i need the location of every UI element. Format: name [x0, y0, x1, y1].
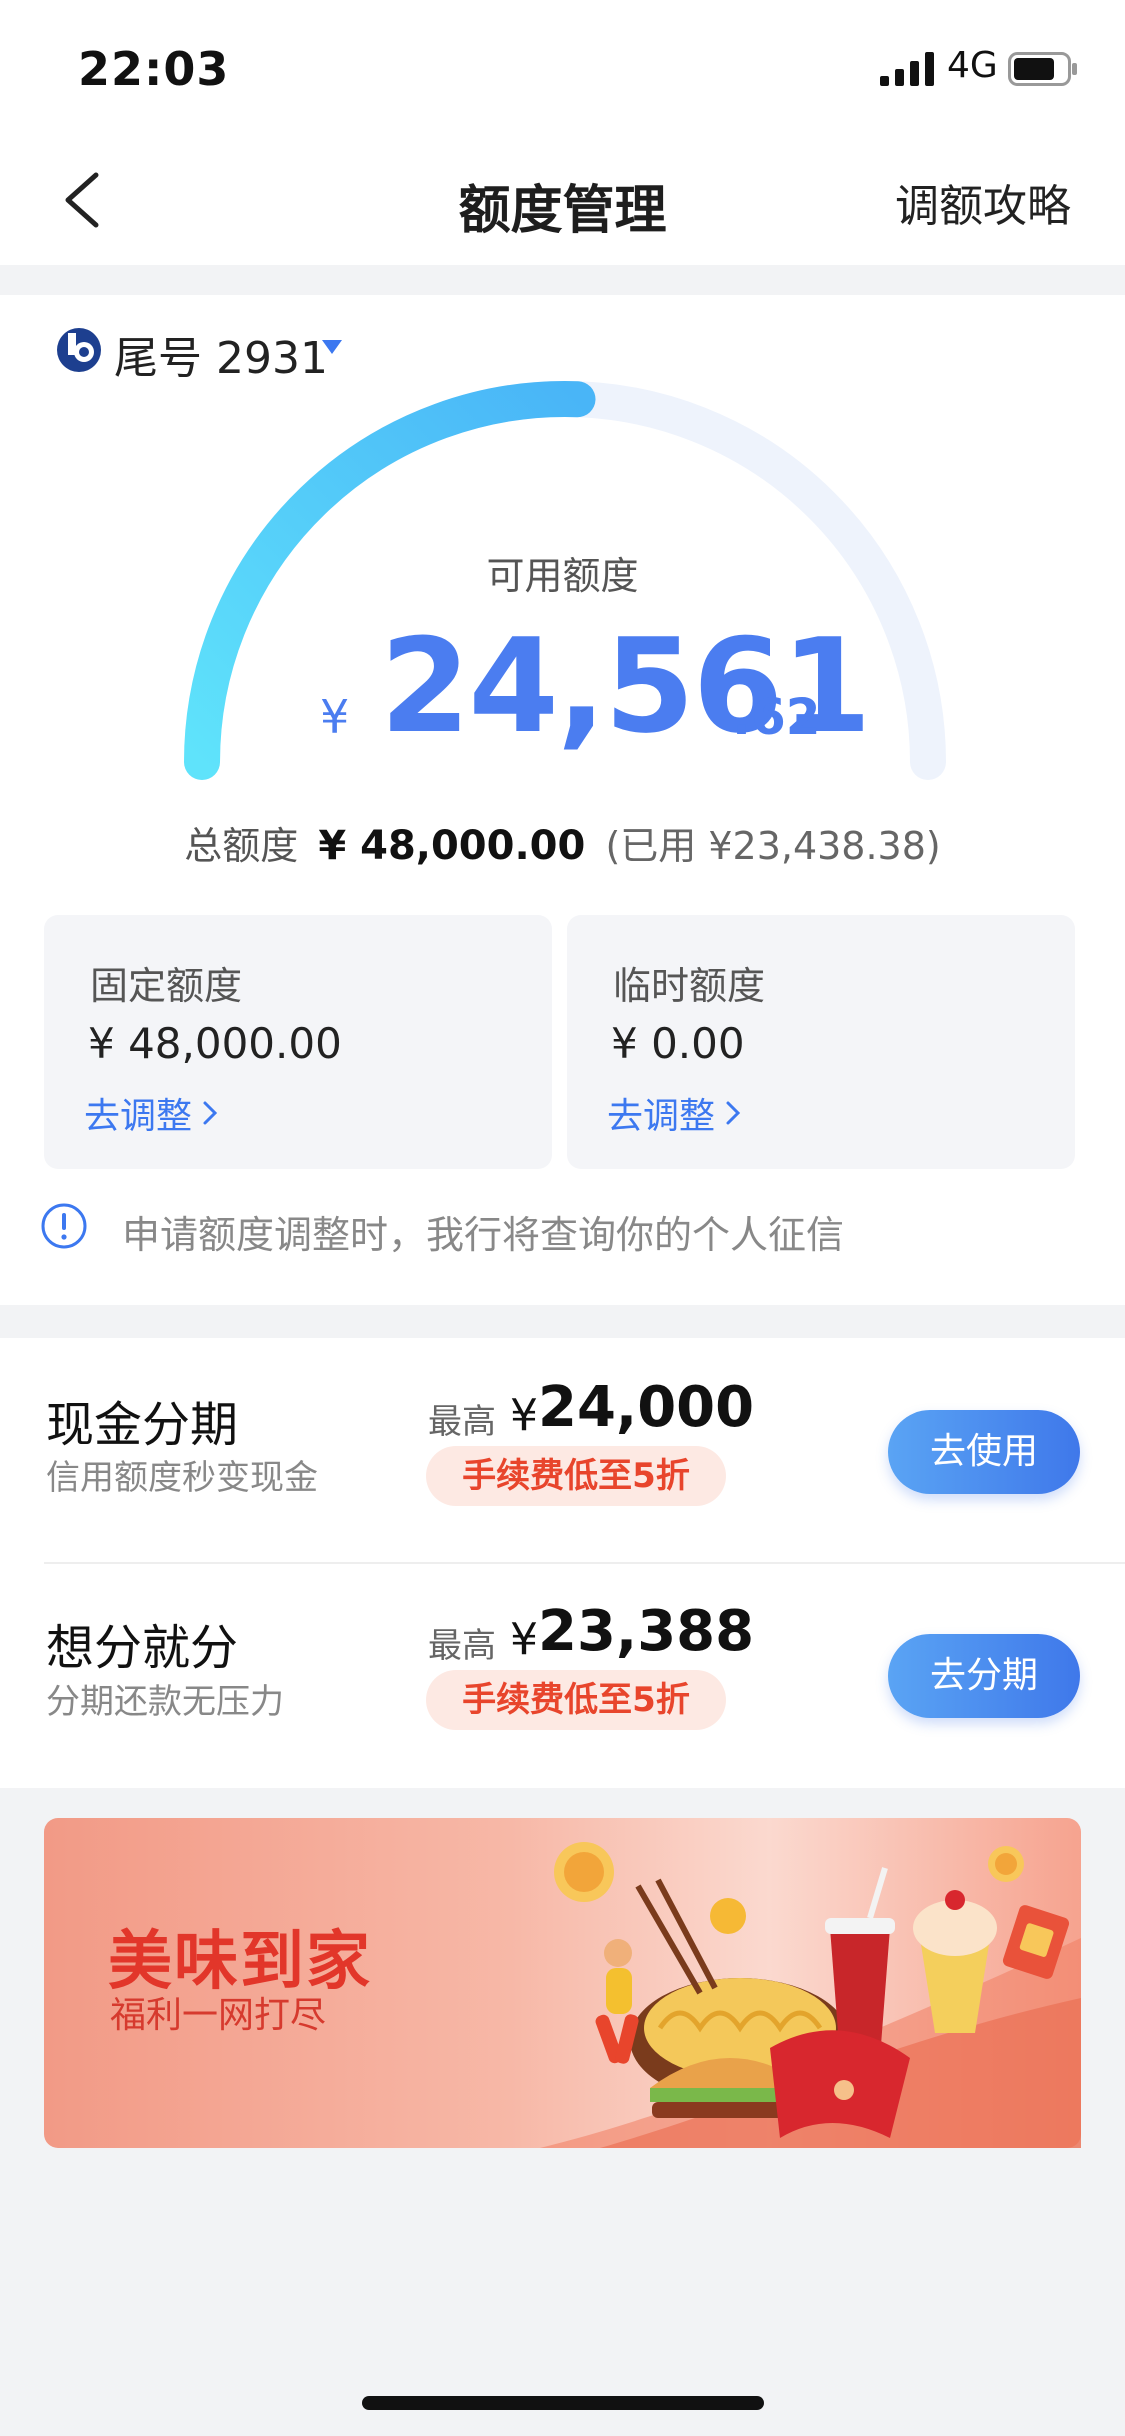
flex-installment-title: 想分就分 — [46, 1620, 239, 1676]
cash-installment-promo: 手续费低至5折 — [426, 1446, 726, 1506]
flex-installment-currency: ¥ — [510, 1614, 538, 1665]
temporary-limit-value: ¥ 0.00 — [611, 1019, 745, 1068]
temporary-limit-adjust-link[interactable]: 去调整 — [607, 1087, 743, 1139]
home-indicator — [362, 2396, 764, 2410]
flex-installment-max-value: 23,388 — [538, 1599, 755, 1664]
battery-icon — [1008, 52, 1077, 86]
credit-check-notice: 申请额度调整时，我行将查询你的个人征信 — [122, 1213, 845, 1257]
available-decimal: .62 — [732, 688, 821, 746]
status-time: 22:03 — [78, 42, 230, 96]
food-illustration — [540, 1842, 1081, 2148]
flex-installment-promo: 手续费低至5折 — [426, 1670, 726, 1730]
banner-subtitle: 福利一网打尽 — [110, 1995, 327, 2036]
cash-installment-currency: ¥ — [510, 1390, 538, 1441]
temporary-limit-adjust-label: 去调整 — [607, 1096, 716, 1137]
use-button[interactable]: 去使用 — [888, 1410, 1080, 1494]
row-divider — [44, 1562, 1125, 1564]
total-credit-line: 总额度 ¥ 48,000.00 (已用 ¥23,438.38) — [0, 815, 1125, 870]
info-icon — [41, 1203, 87, 1249]
limit-guide-link[interactable]: 调额攻略 — [895, 170, 1071, 234]
temporary-limit-card: 临时额度 ¥ 0.00 去调整 — [567, 915, 1075, 1169]
cash-installment-max-value: 24,000 — [538, 1375, 755, 1440]
installment-button[interactable]: 去分期 — [888, 1634, 1080, 1718]
fixed-limit-adjust-label: 去调整 — [84, 1096, 193, 1137]
bank-logo-icon — [57, 328, 101, 372]
chevron-right-icon — [726, 1101, 741, 1125]
signal-icon — [880, 52, 934, 86]
available-label: 可用额度 — [486, 554, 639, 598]
fixed-limit-card: 固定额度 ¥ 48,000.00 去调整 — [44, 915, 552, 1169]
cash-installment-title: 现金分期 — [46, 1397, 239, 1453]
flex-installment-max-label: 最高 — [428, 1626, 496, 1666]
used-amount: (已用 ¥23,438.38) — [605, 824, 941, 868]
fixed-limit-adjust-link[interactable]: 去调整 — [84, 1087, 220, 1139]
cash-installment-max-label: 最高 — [428, 1402, 496, 1442]
cash-installment-subtitle: 信用额度秒变现金 — [46, 1458, 318, 1498]
flex-installment-subtitle: 分期还款无压力 — [46, 1682, 284, 1722]
fixed-limit-title: 固定额度 — [90, 964, 243, 1008]
total-label: 总额度 — [184, 824, 299, 868]
temporary-limit-title: 临时额度 — [613, 964, 766, 1008]
available-currency: ¥ — [320, 690, 350, 744]
chevron-right-icon — [203, 1101, 218, 1125]
total-value: ¥ 48,000.00 — [318, 823, 586, 869]
fixed-limit-value: ¥ 48,000.00 — [88, 1019, 342, 1068]
network-label: 4G — [947, 45, 998, 86]
